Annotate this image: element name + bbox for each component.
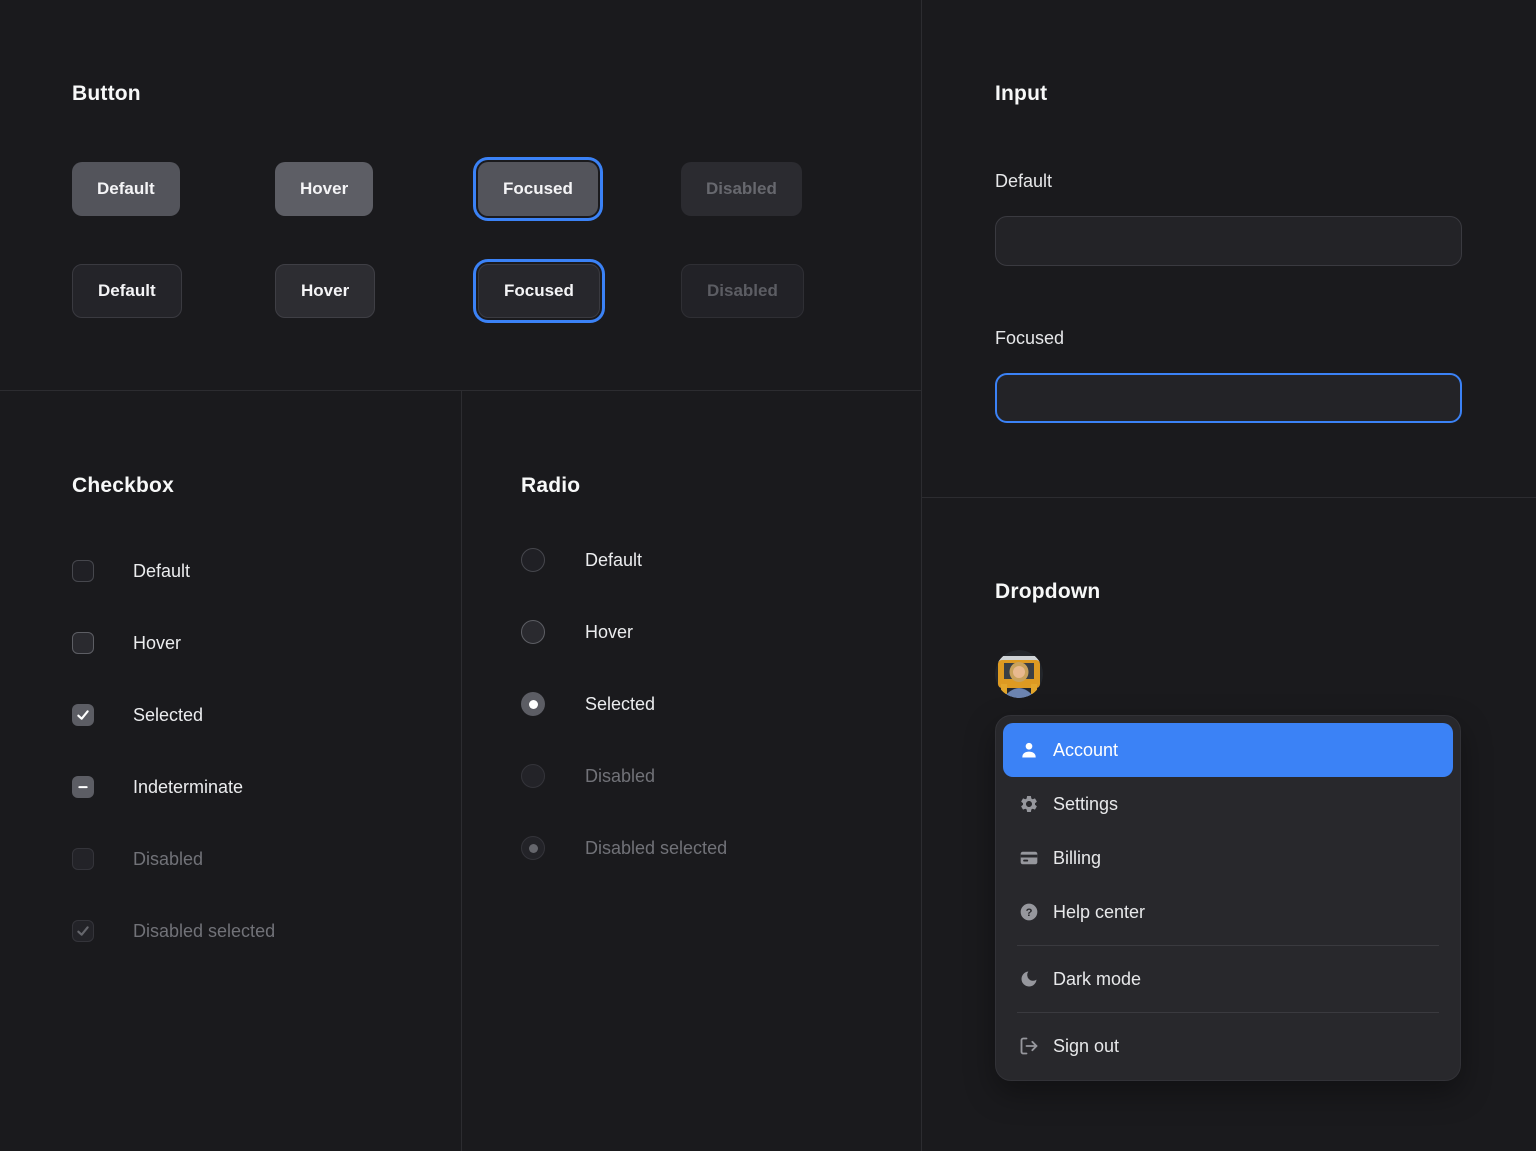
- svg-text:?: ?: [1026, 907, 1033, 919]
- menu-divider: [1017, 1012, 1439, 1013]
- checkbox-default[interactable]: [72, 560, 94, 582]
- checkbox-row-hover: Hover: [72, 632, 461, 654]
- checkbox-label: Disabled selected: [133, 921, 275, 942]
- button-secondary-hover[interactable]: Hover: [275, 264, 375, 318]
- dropdown-menu: Account Settings Billing ? Help center: [995, 715, 1461, 1081]
- menu-item-label: Billing: [1053, 848, 1101, 869]
- checkbox-label: Indeterminate: [133, 777, 243, 798]
- button-section: Button Default Hover Focused Disabled De…: [0, 0, 921, 390]
- avatar[interactable]: [995, 650, 1043, 698]
- checkbox-row-disabled: Disabled: [72, 848, 461, 870]
- button-primary-default[interactable]: Default: [72, 162, 180, 216]
- checkbox-row-indeterminate: Indeterminate: [72, 776, 461, 798]
- checkbox-row-disabled-selected: Disabled selected: [72, 920, 461, 942]
- gear-icon: [1019, 794, 1039, 814]
- radio-label: Default: [585, 550, 642, 571]
- radio-selected[interactable]: [521, 692, 545, 716]
- button-primary-hover[interactable]: Hover: [275, 162, 373, 216]
- button-secondary-disabled: Disabled: [681, 264, 804, 318]
- input-label-default: Default: [995, 170, 1462, 192]
- menu-item-settings[interactable]: Settings: [1003, 777, 1453, 831]
- menu-item-label: Dark mode: [1053, 969, 1141, 990]
- minus-icon: [75, 779, 91, 795]
- checkbox-disabled: [72, 848, 94, 870]
- section-title-input: Input: [995, 82, 1462, 106]
- checkbox-list: Default Hover Selected Indeterminate: [72, 560, 461, 942]
- radio-list: Default Hover Selected Disabled Disabled…: [521, 548, 921, 860]
- menu-item-label: Help center: [1053, 902, 1145, 923]
- menu-item-label: Account: [1053, 740, 1118, 761]
- radio-dot: [529, 844, 538, 853]
- radio-hover[interactable]: [521, 620, 545, 644]
- radio-row-selected: Selected: [521, 692, 921, 716]
- avatar-photo: [995, 650, 1043, 698]
- check-icon: [75, 923, 91, 939]
- button-secondary-focused[interactable]: Focused: [478, 264, 600, 318]
- checkbox-section: Checkbox Default Hover Selected In: [0, 390, 461, 1151]
- checkbox-disabled-selected: [72, 920, 94, 942]
- section-title-radio: Radio: [521, 474, 921, 498]
- radio-label: Disabled: [585, 766, 655, 787]
- credit-card-icon: [1019, 848, 1039, 868]
- menu-item-account[interactable]: Account: [1003, 723, 1453, 777]
- button-primary-focused[interactable]: Focused: [478, 162, 598, 216]
- sign-out-icon: [1019, 1036, 1039, 1056]
- checkbox-label: Disabled: [133, 849, 203, 870]
- menu-item-help-center[interactable]: ? Help center: [1003, 885, 1453, 939]
- radio-label: Disabled selected: [585, 838, 727, 859]
- radio-row-disabled-selected: Disabled selected: [521, 836, 921, 860]
- check-icon: [75, 707, 91, 723]
- button-primary-disabled: Disabled: [681, 162, 802, 216]
- radio-row-hover: Hover: [521, 620, 921, 644]
- checkbox-row-default: Default: [72, 560, 461, 582]
- menu-item-billing[interactable]: Billing: [1003, 831, 1453, 885]
- checkbox-indeterminate[interactable]: [72, 776, 94, 798]
- checkbox-label: Selected: [133, 705, 203, 726]
- radio-label: Hover: [585, 622, 633, 643]
- text-input-focused[interactable]: [995, 373, 1462, 423]
- help-icon: ?: [1019, 902, 1039, 922]
- button-secondary-default[interactable]: Default: [72, 264, 182, 318]
- menu-divider: [1017, 945, 1439, 946]
- input-section: Input Default Focused: [921, 0, 1536, 497]
- radio-dot: [529, 700, 538, 709]
- user-icon: [1019, 740, 1039, 760]
- radio-row-disabled: Disabled: [521, 764, 921, 788]
- menu-item-sign-out[interactable]: Sign out: [1003, 1019, 1453, 1073]
- checkbox-hover[interactable]: [72, 632, 94, 654]
- button-grid: Default Hover Focused Disabled Default H…: [72, 162, 921, 318]
- moon-icon: [1019, 969, 1039, 989]
- radio-disabled-selected: [521, 836, 545, 860]
- text-input-default[interactable]: [995, 216, 1462, 266]
- radio-disabled: [521, 764, 545, 788]
- section-title-button: Button: [72, 82, 921, 106]
- checkbox-selected[interactable]: [72, 704, 94, 726]
- checkbox-label: Hover: [133, 633, 181, 654]
- section-title-checkbox: Checkbox: [72, 474, 461, 498]
- radio-section: Radio Default Hover Selected Disabled Di…: [461, 390, 921, 1151]
- menu-item-label: Sign out: [1053, 1036, 1119, 1057]
- radio-label: Selected: [585, 694, 655, 715]
- section-title-dropdown: Dropdown: [995, 580, 1462, 604]
- menu-item-dark-mode[interactable]: Dark mode: [1003, 952, 1453, 1006]
- menu-item-label: Settings: [1053, 794, 1118, 815]
- input-label-focused: Focused: [995, 327, 1462, 349]
- checkbox-label: Default: [133, 561, 190, 582]
- checkbox-row-selected: Selected: [72, 704, 461, 726]
- radio-default[interactable]: [521, 548, 545, 572]
- dropdown-section: Dropdown Account: [921, 497, 1536, 1151]
- radio-row-default: Default: [521, 548, 921, 572]
